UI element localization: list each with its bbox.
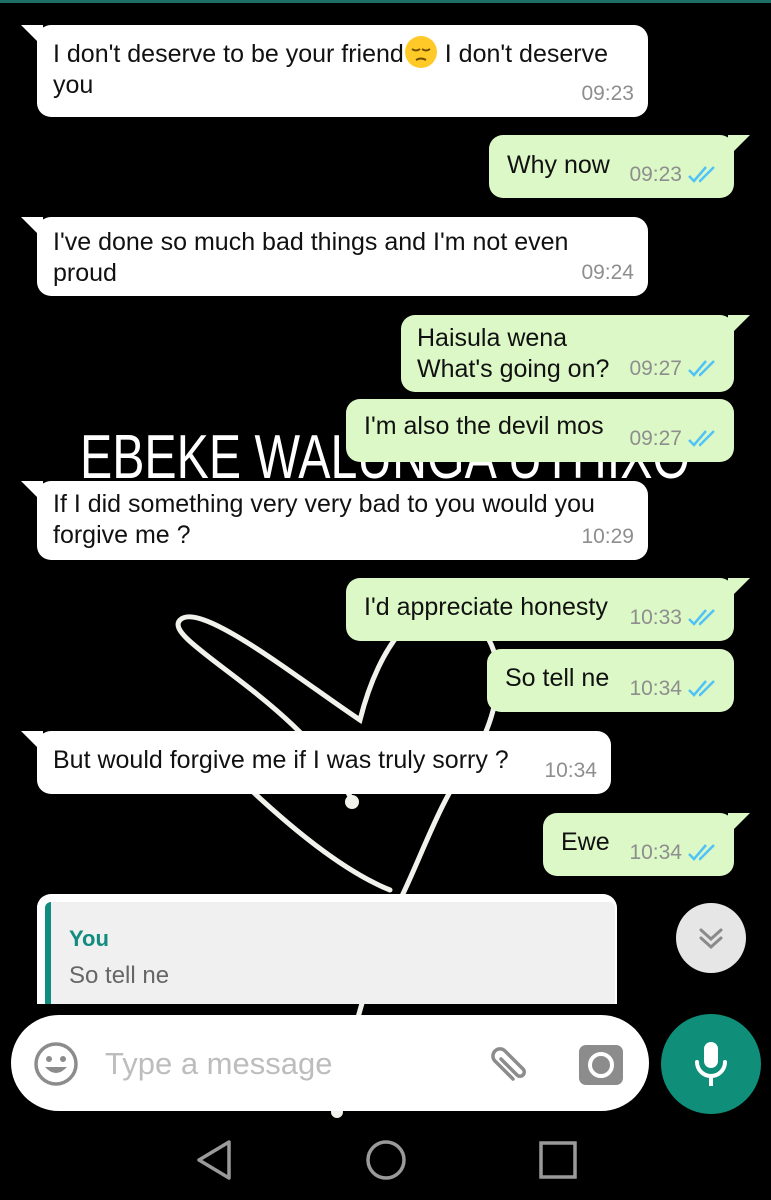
message-time: 10:33 [629, 606, 682, 629]
message-meta: 09:24 [581, 257, 634, 288]
message-time: 10:29 [581, 525, 634, 548]
double-chevron-down-icon [699, 928, 723, 950]
smiley-icon[interactable] [33, 1041, 79, 1087]
camera-icon[interactable] [577, 1041, 625, 1087]
message-time: 09:23 [629, 163, 682, 186]
message-outgoing[interactable]: So tell ne 10:34 [487, 649, 734, 712]
message-outgoing[interactable]: I'd appreciate honesty 10:33 [346, 578, 750, 641]
bubble-tail [21, 481, 43, 503]
message-time: 10:34 [629, 677, 682, 700]
message-incoming[interactable]: I don't deserve to be your friend I don'… [21, 25, 648, 117]
double-check-read-icon [688, 429, 715, 447]
message-time: 10:34 [629, 841, 682, 864]
message-time: 09:27 [629, 427, 682, 450]
message-meta: 09:27 [629, 423, 720, 454]
message-text: But would forgive me if I was truly sorr… [53, 746, 509, 774]
triangle-back-icon[interactable] [193, 1138, 237, 1182]
bubble-tail [728, 135, 750, 157]
double-check-read-icon [688, 679, 715, 697]
reply-quote: You So tell ne [45, 902, 615, 1004]
message-meta: 09:23 [629, 159, 720, 190]
message-outgoing[interactable]: I'm also the devil mos 09:27 [346, 399, 734, 462]
message-incoming[interactable]: But would forgive me if I was truly sorr… [21, 731, 611, 794]
scroll-to-bottom-button[interactable] [676, 903, 746, 973]
message-incoming[interactable]: If I did something very very bad to you … [21, 481, 648, 560]
double-check-read-icon [688, 843, 715, 861]
square-recents-icon[interactable] [536, 1138, 580, 1182]
reply-text: So tell ne [69, 962, 170, 989]
mic-button[interactable] [661, 1014, 761, 1114]
bubble-tail [37, 894, 43, 916]
reply-preview[interactable]: You So tell ne [37, 894, 617, 1004]
system-navigation-bar [0, 1118, 771, 1200]
message-input[interactable] [103, 1037, 467, 1091]
double-check-read-icon [688, 359, 715, 377]
message-time: 09:27 [629, 357, 682, 380]
message-meta: 10:29 [581, 521, 634, 552]
message-time: 09:23 [581, 82, 634, 105]
bubble-tail [21, 731, 43, 753]
message-text: I don't deserve to be your friend [53, 40, 404, 68]
message-meta: 09:27 [629, 353, 720, 384]
message-time: 10:34 [544, 759, 597, 782]
message-meta: 10:34 [629, 837, 720, 868]
message-incoming[interactable]: I've done so much bad things and I'm not… [21, 217, 648, 296]
circle-home-icon[interactable] [364, 1138, 408, 1182]
message-composer [11, 1015, 649, 1111]
message-meta: 10:34 [629, 673, 720, 704]
double-check-read-icon [688, 608, 715, 626]
bubble-tail [728, 813, 750, 835]
reply-sender: You [69, 926, 109, 951]
bubble-tail [728, 315, 750, 337]
message-outgoing[interactable]: Why now 09:23 [489, 135, 750, 198]
mic-icon [695, 1042, 727, 1086]
message-text: I've done so much bad things and I'm not… [53, 228, 569, 287]
message-text: If I did something very very bad to you … [53, 490, 595, 549]
double-check-read-icon [688, 165, 715, 183]
message-meta: 09:23 [581, 78, 634, 109]
bubble-tail [21, 25, 43, 47]
bubble-tail [21, 217, 43, 239]
bubble-tail [728, 578, 750, 600]
message-time: 09:24 [581, 261, 634, 284]
message-meta: 10:34 [544, 755, 597, 786]
pensive-face-icon [404, 36, 437, 69]
paperclip-icon[interactable] [481, 1041, 531, 1091]
message-meta: 10:33 [629, 602, 720, 633]
message-outgoing[interactable]: Ewe 10:34 [543, 813, 750, 876]
message-outgoing[interactable]: Haisula wena What's going on? 09:27 [401, 315, 750, 392]
